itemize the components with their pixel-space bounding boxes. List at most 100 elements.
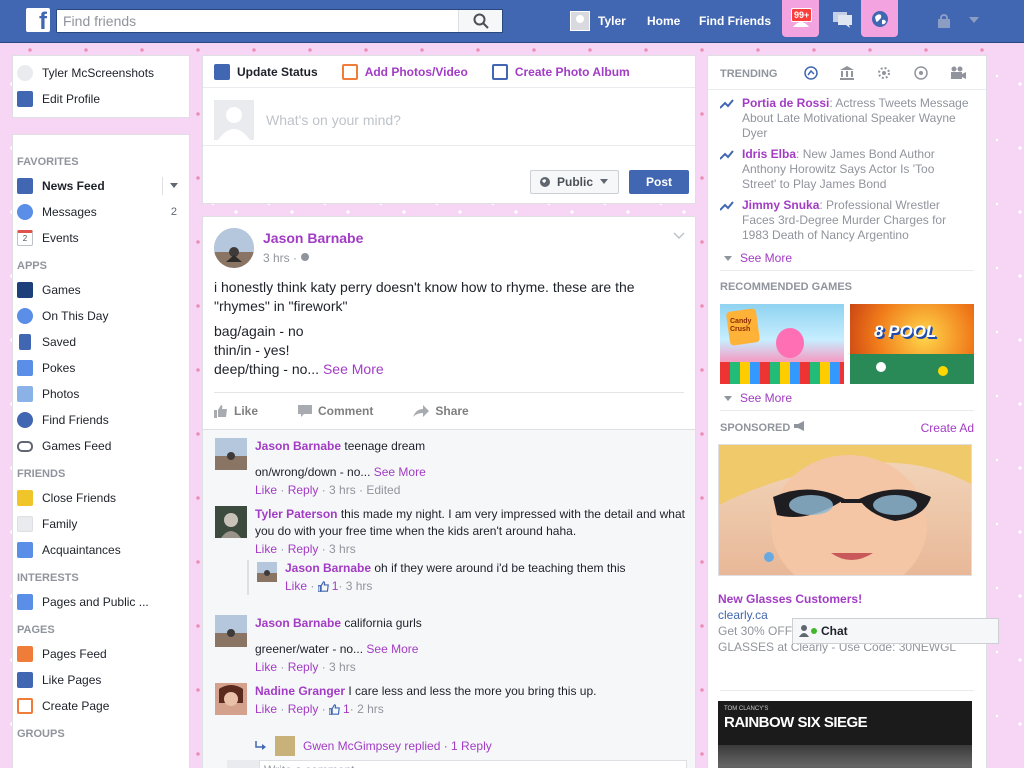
sidebar-item-close-friends[interactable]: Close Friends (13, 485, 189, 511)
game-tile-candy-crush[interactable]: Candy Crush (720, 304, 844, 384)
chat-sidebar-tab[interactable]: Chat (792, 618, 999, 644)
avatar[interactable] (215, 438, 247, 470)
edit-profile-link[interactable]: Edit Profile (13, 86, 189, 112)
nav-profile-link[interactable]: Tyler (570, 11, 626, 31)
comment-author[interactable]: Tyler Paterson (255, 507, 337, 521)
sidebar-item-pages-feed[interactable]: Pages Feed (13, 641, 189, 667)
trending-item[interactable]: Portia de Rossi: Actress Tweets Message … (720, 96, 970, 141)
politics-icon[interactable] (839, 66, 855, 80)
tab-add-photos[interactable]: Add Photos/Video (341, 63, 468, 80)
science-icon[interactable] (877, 65, 891, 81)
comment-like-link[interactable]: Like (255, 542, 277, 556)
chevron-down-icon[interactable] (170, 183, 178, 189)
chat-label: Chat (821, 624, 848, 638)
comment-reply-link[interactable]: Reply (288, 660, 319, 674)
sidebar-item-like-pages[interactable]: Like Pages (13, 667, 189, 693)
trending-arrow-icon (720, 99, 734, 109)
avatar[interactable] (215, 615, 247, 647)
game-tile-8-ball-pool[interactable]: 8 POOL (850, 304, 974, 384)
post-button[interactable]: Post (629, 170, 689, 194)
sidebar-item-find-friends[interactable]: Find Friends (13, 407, 189, 433)
comment-reply-link[interactable]: Reply (288, 542, 319, 556)
facebook-logo[interactable]: f (26, 8, 50, 32)
sidebar-item-pokes[interactable]: Pokes (13, 355, 189, 381)
comment-button[interactable]: Comment (298, 404, 373, 418)
story-options-chevron-icon[interactable] (673, 232, 685, 240)
comment-meta: · 3 hrs (318, 542, 356, 556)
trending-item[interactable]: Jimmy Snuka: Professional Wrestler Faces… (720, 198, 970, 243)
sidebar-item-saved[interactable]: Saved (13, 329, 189, 355)
comment-like-count[interactable]: 1 (332, 578, 339, 595)
avatar[interactable] (214, 228, 254, 268)
trending-see-more-link[interactable]: See More (724, 251, 792, 265)
replies-summary[interactable]: Gwen McGimpsey replied · 1 Reply (255, 736, 685, 756)
see-more-link[interactable]: See More (323, 361, 384, 377)
sidebar-item-messages[interactable]: Messages 2 (13, 199, 189, 225)
sidebar-item-events[interactable]: 2 Events (13, 225, 189, 251)
ad-image-rainbow-six[interactable]: TOM CLANCY'S RAINBOW SIX SIEGE (718, 701, 972, 768)
comment-author[interactable]: Jason Barnabe (255, 439, 341, 453)
notification-badge: 99+ (791, 8, 813, 22)
search-button[interactable] (458, 10, 502, 32)
comment-text: california gurls (341, 616, 422, 630)
chevron-down-icon (600, 179, 609, 184)
comment-like-link[interactable]: Like (255, 701, 277, 718)
comment-reply-link[interactable]: Reply (288, 701, 319, 718)
like-button[interactable]: Like (214, 404, 258, 418)
post-timestamp[interactable]: 3 hrs · (263, 251, 310, 265)
sidebar-item-family[interactable]: Family (13, 511, 189, 537)
comment-author[interactable]: Jason Barnabe (285, 561, 371, 575)
see-more-link[interactable]: See More (366, 642, 418, 656)
ad-image-glasses[interactable] (718, 444, 972, 576)
post-text-line: deep/thing - no... See More (214, 360, 679, 379)
comment-reply: Jason Barnabe oh if they were around i'd… (247, 560, 683, 595)
comment-author[interactable]: Jason Barnabe (255, 616, 341, 630)
comment-like-count[interactable]: 1 (343, 701, 350, 718)
sidebar-item-pages-and-public[interactable]: Pages and Public ... (13, 589, 189, 615)
thumbs-up-icon (329, 704, 340, 715)
sidebar-item-on-this-day[interactable]: On This Day (13, 303, 189, 329)
sidebar-item-news-feed[interactable]: News Feed (13, 173, 189, 199)
sidebar-item-create-page[interactable]: Create Page (13, 693, 189, 719)
profile-link[interactable]: Tyler McScreenshots (13, 60, 189, 86)
messages-icon (17, 204, 33, 220)
account-menu-chevron-icon[interactable] (968, 16, 980, 24)
chevron-down-icon (724, 255, 732, 261)
sidebar-item-label: On This Day (42, 309, 109, 323)
avatar[interactable] (257, 562, 277, 582)
comment-input[interactable]: Write a comment... (259, 760, 687, 768)
games-see-more-link[interactable]: See More (724, 391, 792, 405)
trending-top-icon[interactable] (804, 66, 818, 80)
composer-placeholder: What's on your mind? (266, 112, 401, 128)
privacy-selector-button[interactable]: Public (530, 170, 619, 194)
share-button[interactable]: Share (413, 404, 469, 418)
search-input[interactable] (57, 10, 457, 32)
sidebar-item-photos[interactable]: Photos (13, 381, 189, 407)
sidebar-item-games[interactable]: Games (13, 277, 189, 303)
avatar[interactable] (215, 683, 247, 715)
privacy-shortcuts-icon[interactable] (936, 13, 956, 29)
comment-reply-link[interactable]: Reply (288, 483, 319, 497)
avatar[interactable] (215, 506, 247, 538)
friend-requests-jewel[interactable]: 99+ (782, 0, 819, 37)
tab-update-status[interactable]: Update Status (214, 63, 318, 80)
nav-find-friends-link[interactable]: Find Friends (699, 14, 771, 28)
comment-author[interactable]: Nadine Granger (255, 684, 345, 698)
trending-item[interactable]: Idris Elba: New James Bond Author Anthon… (720, 147, 970, 192)
create-ad-link[interactable]: Create Ad (921, 421, 974, 435)
notifications-jewel[interactable] (861, 0, 898, 37)
nav-home-link[interactable]: Home (647, 14, 680, 28)
comment-like-link[interactable]: Like (285, 578, 307, 595)
write-comment-row: Write a comment... (215, 760, 687, 768)
messages-jewel[interactable] (824, 0, 861, 37)
entertainment-icon[interactable] (950, 66, 966, 80)
comment-like-link[interactable]: Like (255, 483, 277, 497)
composer-input-area[interactable]: What's on your mind? (203, 88, 695, 146)
sidebar-item-acquaintances[interactable]: Acquaintances (13, 537, 189, 563)
sports-icon[interactable] (914, 66, 928, 80)
tab-create-album[interactable]: Create Photo Album (491, 63, 630, 80)
see-more-link[interactable]: See More (374, 465, 426, 479)
sidebar-item-games-feed[interactable]: Games Feed (13, 433, 189, 459)
post-author-name[interactable]: Jason Barnabe (263, 230, 363, 246)
comment-like-link[interactable]: Like (255, 660, 277, 674)
